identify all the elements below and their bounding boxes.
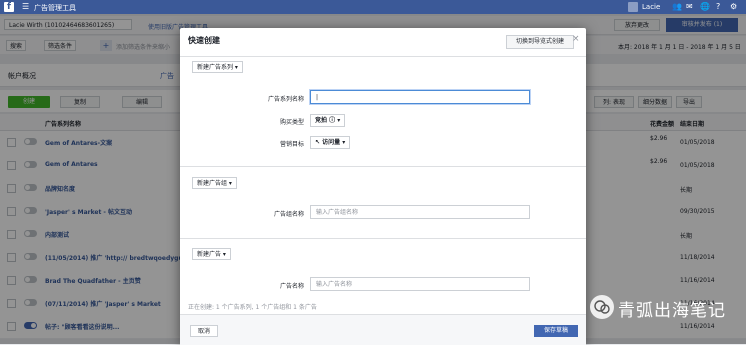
close-icon[interactable]: × (572, 34, 580, 44)
cancel-button[interactable]: 取消 (190, 325, 218, 337)
campaign-name-label: 广告系列名称 (267, 96, 304, 103)
adset-section-label: 新建广告组 (197, 180, 228, 187)
divider (180, 238, 586, 239)
objective-dropdown[interactable]: ↖ 访问量 ▾ (310, 136, 351, 149)
buy-type-value: 竞拍 (315, 117, 328, 124)
adset-name-input[interactable]: 输入广告组名称 (310, 205, 530, 219)
divider (180, 56, 586, 57)
creation-summary: 正在创建: 1 个广告系列, 1 个广告组和 1 条广告 (188, 304, 317, 311)
ad-name-label: 广告名称 (279, 283, 304, 290)
messages-icon[interactable]: ✉ (686, 2, 693, 11)
facebook-logo-icon[interactable]: f (4, 2, 14, 12)
app-title: 广告管理工具 (34, 4, 76, 12)
divider (180, 166, 586, 167)
dialog-title: 快速创建 (188, 36, 220, 45)
friends-icon[interactable]: 👥 (672, 2, 682, 11)
adset-section-dropdown[interactable]: 新建广告组 ▾ (192, 177, 237, 189)
hamburger-menu-icon[interactable]: ☰ (22, 2, 29, 11)
help-icon[interactable]: ? (716, 2, 720, 11)
quick-create-dialog: 快速创建 切换到导览式创建 × 新建广告系列 ▾ 广告系列名称 | 购买类型 竞… (180, 28, 586, 345)
save-draft-button[interactable]: 保存草稿 (534, 325, 578, 337)
switch-guided-button[interactable]: 切换到导览式创建 (506, 35, 574, 49)
objective-value: 访问量 (322, 139, 341, 146)
ad-section-label: 新建广告 (197, 251, 222, 258)
buy-type-dropdown[interactable]: 竞拍 ⓘ ▾ (310, 114, 346, 127)
campaign-section-label: 新建广告系列 (197, 64, 234, 71)
avatar[interactable] (628, 2, 638, 12)
watermark: 青弧出海笔记 (590, 293, 740, 321)
adset-name-label: 广告组名称 (273, 211, 304, 218)
campaign-name-input[interactable]: | (310, 90, 530, 104)
dialog-footer: 取消 保存草稿 (180, 314, 586, 345)
buy-type-label: 购买类型 (279, 119, 304, 126)
ad-section-dropdown[interactable]: 新建广告 ▾ (192, 248, 231, 260)
top-nav-bar: f ☰ 广告管理工具 Lacie 👥 ✉ 🌐 ? ⚙ (0, 0, 746, 14)
info-icon: ⓘ (329, 117, 336, 124)
ad-name-input[interactable]: 输入广告名称 (310, 277, 530, 291)
objective-label: 营销目标 (279, 141, 304, 148)
cursor-icon: ↖ (315, 139, 321, 146)
wechat-logo-icon (590, 295, 614, 319)
user-name[interactable]: Lacie (642, 3, 660, 11)
watermark-text: 青弧出海笔记 (618, 301, 726, 321)
notifications-icon[interactable]: 🌐 (700, 2, 710, 11)
settings-icon[interactable]: ⚙ (730, 2, 737, 11)
campaign-section-dropdown[interactable]: 新建广告系列 ▾ (192, 61, 243, 73)
